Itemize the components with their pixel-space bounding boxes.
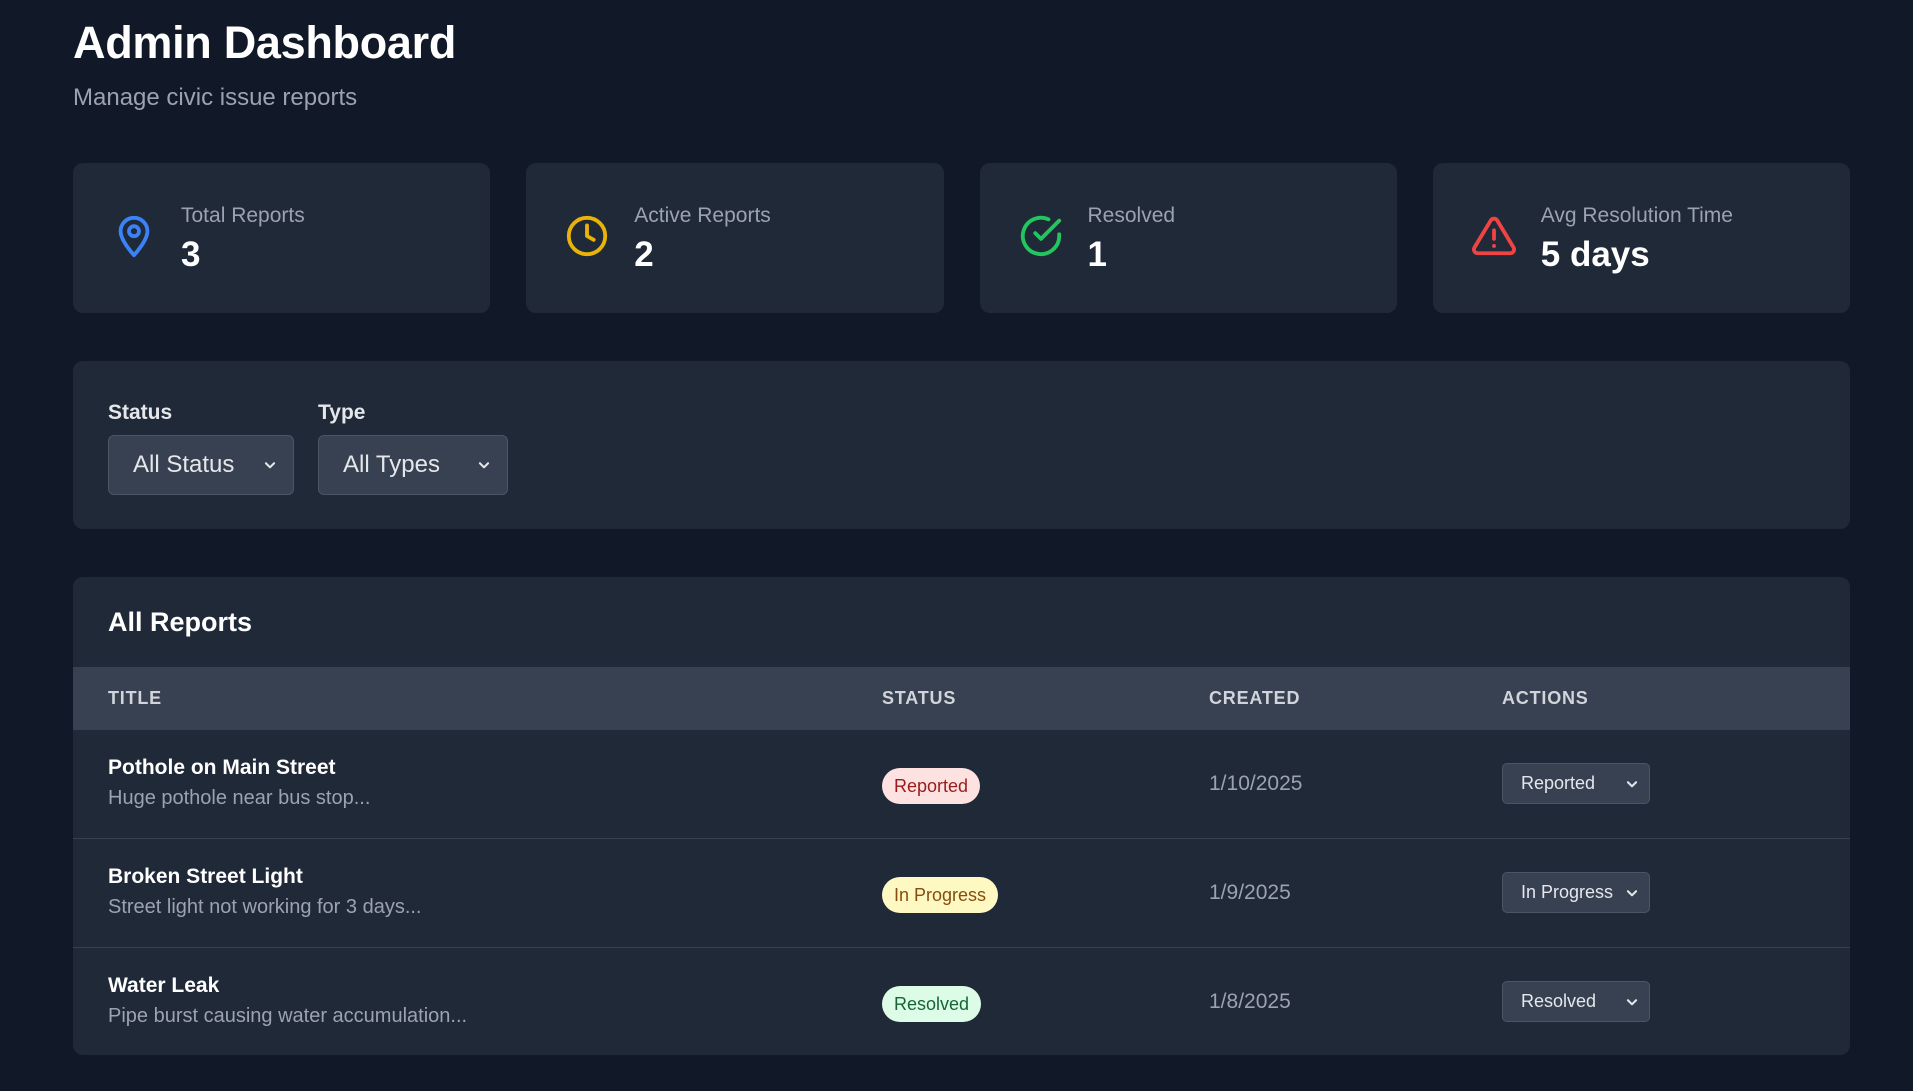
report-title: Broken Street Light	[108, 865, 303, 888]
stat-label: Active Reports	[634, 204, 771, 227]
status-badge: Resolved	[882, 986, 982, 1022]
status-badge: In Progress	[882, 877, 999, 913]
report-description: Street light not working for 3 days...	[108, 896, 422, 918]
stat-card-active-reports: Active Reports 2	[526, 163, 944, 313]
status-filter-label: Status	[108, 401, 173, 424]
status-action-select[interactable]: Reported	[1502, 763, 1650, 804]
type-filter-label: Type	[318, 401, 366, 424]
column-header-actions: ACTIONS	[1502, 688, 1589, 708]
stat-label: Resolved	[1087, 204, 1176, 227]
chevron-down-icon	[478, 462, 490, 469]
stat-value: 1	[1087, 235, 1107, 274]
clock-icon	[567, 215, 608, 257]
type-filter: Type All Types	[318, 401, 508, 495]
page-subtitle: Manage civic issue reports	[73, 84, 358, 111]
stat-label: Avg Resolution Time	[1540, 204, 1733, 227]
column-header-status: STATUS	[882, 688, 957, 708]
chevron-down-icon	[264, 462, 276, 469]
reports-table-panel: All Reports TITLE STATUS CREATED ACTIONS…	[73, 577, 1850, 1055]
status-action-value: In Progress	[1521, 882, 1614, 902]
type-filter-value: All Types	[343, 451, 440, 478]
status-filter-value: All Status	[133, 451, 235, 478]
check-circle-icon	[1020, 215, 1061, 257]
stat-label: Total Reports	[181, 204, 305, 227]
report-created-date: 1/10/2025	[1209, 772, 1303, 795]
type-filter-select[interactable]: All Types	[318, 435, 508, 495]
chevron-down-icon	[1626, 780, 1638, 787]
filters-panel: Status All Status Type All Types	[73, 361, 1850, 529]
status-action-select[interactable]: In Progress	[1502, 872, 1650, 913]
stat-card-total-reports: Total Reports 3	[73, 163, 491, 313]
report-description: Pipe burst causing water accumulation...	[108, 1005, 468, 1027]
status-filter-select[interactable]: All Status	[108, 435, 294, 495]
page-title: Admin Dashboard	[73, 17, 457, 68]
stat-value: 5 days	[1540, 235, 1650, 274]
table-row: Water Leak Pipe burst causing water accu…	[73, 947, 1850, 1055]
reports-title: All Reports	[108, 607, 253, 637]
report-title: Pothole on Main Street	[108, 756, 336, 779]
chevron-down-icon	[1626, 998, 1638, 1005]
stat-card-avg-resolution-time: Avg Resolution Time 5 days	[1432, 163, 1850, 313]
report-description: Huge pothole near bus stop...	[108, 787, 371, 809]
column-header-created: CREATED	[1209, 688, 1301, 708]
report-created-date: 1/8/2025	[1209, 990, 1291, 1013]
status-action-value: Resolved	[1521, 991, 1597, 1011]
stat-value: 2	[634, 235, 654, 274]
status-badge: Reported	[882, 768, 981, 804]
status-action-value: Reported	[1521, 773, 1596, 793]
column-header-title: TITLE	[108, 688, 162, 708]
table-header: TITLE STATUS CREATED ACTIONS	[73, 667, 1850, 729]
report-title: Water Leak	[108, 974, 220, 997]
table-row: Pothole on Main Street Huge pothole near…	[73, 729, 1850, 838]
alert-triangle-icon	[1471, 216, 1516, 256]
stat-value: 3	[181, 235, 201, 274]
report-created-date: 1/9/2025	[1209, 881, 1291, 904]
status-filter: Status All Status	[108, 401, 294, 495]
stat-card-resolved: Resolved 1	[979, 163, 1397, 313]
stats-row: Total Reports 3 Active Reports 2 Resolve…	[73, 163, 1850, 313]
status-action-select[interactable]: Resolved	[1502, 981, 1650, 1022]
chevron-down-icon	[1626, 889, 1638, 896]
map-pin-icon	[118, 215, 150, 258]
table-row: Broken Street Light Street light not wor…	[73, 838, 1850, 947]
